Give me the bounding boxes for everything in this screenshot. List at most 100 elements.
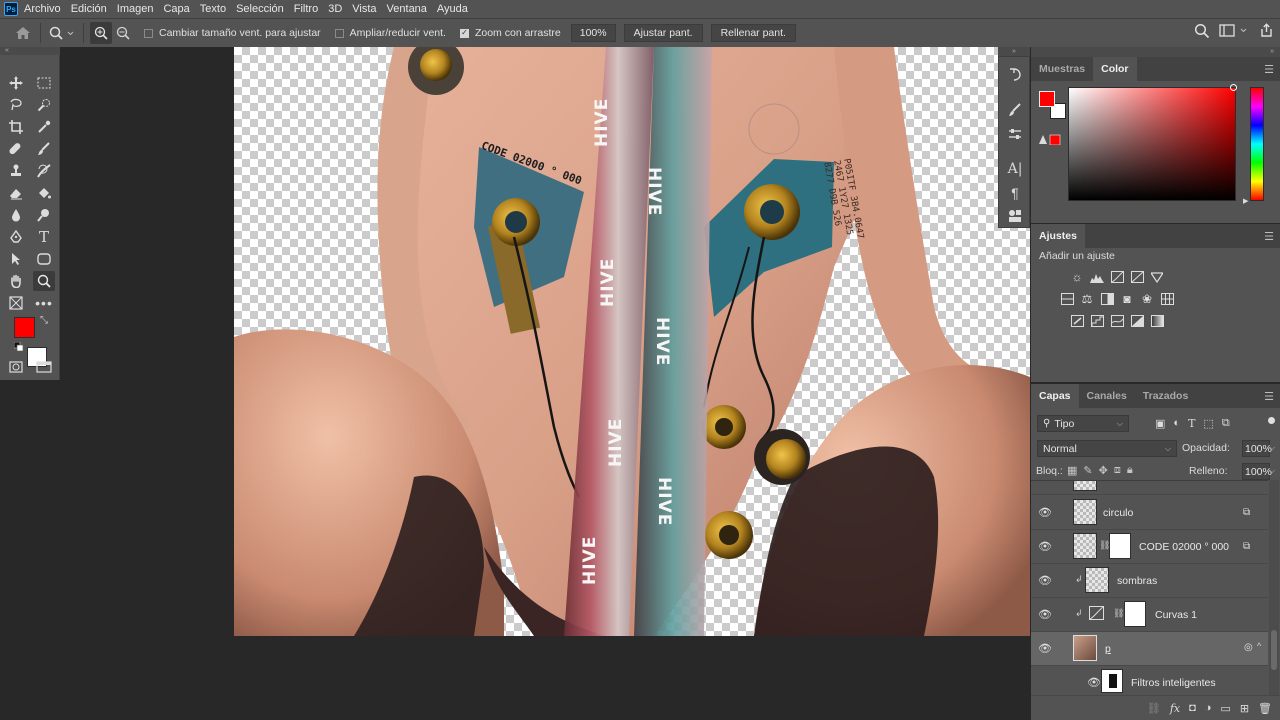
filter-type-icon[interactable]: T <box>1188 417 1195 430</box>
type-tool-icon[interactable]: T <box>33 227 55 247</box>
fill-dropdown-icon[interactable]: ⌵ <box>1269 466 1275 476</box>
layer-visibility-icon[interactable]: 👁︎ <box>1038 574 1052 587</box>
layer-row-p-selected[interactable]: 👁︎ p ◎ ^ <box>1031 632 1268 666</box>
hue-slider[interactable] <box>1250 87 1264 201</box>
new-group-icon[interactable]: ▭ <box>1220 702 1230 715</box>
resize-windows-checkbox[interactable]: Cambiar tamaño vent. para ajustar <box>144 27 321 39</box>
layer-filter-dropdown[interactable]: ⚲ Tipo ⌵ <box>1037 415 1129 432</box>
color-field[interactable] <box>1068 87 1236 201</box>
more-tools-icon[interactable]: ••• <box>33 293 55 313</box>
scrubby-zoom-checkbox[interactable]: ✓ Zoom con arrastre <box>459 27 561 39</box>
filter-adjustment-icon[interactable]: ◐ <box>1173 417 1180 430</box>
glyphs-panel-icon[interactable] <box>1005 207 1025 225</box>
marquee-tool-icon[interactable] <box>33 73 55 93</box>
opacity-dropdown-icon[interactable]: ⌵ <box>1269 443 1275 453</box>
layer-row-sombras[interactable]: 👁︎ ↲ sombras <box>1031 564 1268 598</box>
tab-color[interactable]: Color <box>1093 57 1137 81</box>
share-icon[interactable] <box>1259 23 1274 41</box>
menu-filtro[interactable]: Filtro <box>294 3 318 15</box>
menu-seleccion[interactable]: Selección <box>236 3 284 15</box>
collapse-strip-icon[interactable]: » <box>998 47 1030 56</box>
zoom-in-icon[interactable] <box>90 22 112 44</box>
fit-screen-button[interactable]: Ajustar pant. <box>623 24 703 42</box>
filter-shape-icon[interactable]: ⬚ <box>1203 417 1213 430</box>
layer-visibility-icon[interactable]: 👁︎ <box>1038 608 1052 621</box>
checkbox-zoom-all[interactable] <box>334 28 344 38</box>
collapse-toolbar-icon[interactable]: « <box>0 47 60 55</box>
black-white-icon[interactable] <box>1099 292 1115 306</box>
blend-mode-dropdown[interactable]: Normal ⌵ <box>1037 440 1177 457</box>
photo-filter-icon[interactable]: ◙ <box>1119 292 1135 306</box>
brush-settings-icon[interactable] <box>1005 101 1025 119</box>
hand-tool-icon[interactable] <box>5 271 27 291</box>
layer-name[interactable]: sombras <box>1117 575 1157 587</box>
link-layers-icon[interactable]: ⛓︎ <box>1147 702 1161 715</box>
menu-capa[interactable]: Capa <box>163 3 189 15</box>
pen-tool-icon[interactable] <box>5 227 27 247</box>
layer-visibility-icon[interactable]: 👁︎ <box>1038 642 1052 655</box>
layer-name[interactable]: circulo <box>1103 507 1133 519</box>
eraser-icon[interactable] <box>5 183 27 203</box>
tab-capas[interactable]: Capas <box>1031 384 1079 408</box>
character-panel-icon[interactable]: A| <box>1005 160 1025 178</box>
layer-visibility-icon[interactable]: 👁︎ <box>1038 540 1052 553</box>
vibrance-icon[interactable] <box>1149 270 1165 284</box>
exposure-icon[interactable] <box>1129 270 1145 284</box>
tab-muestras[interactable]: Muestras <box>1031 57 1093 81</box>
history-panel-icon[interactable] <box>1005 65 1025 83</box>
mask-link-icon[interactable]: ⛓︎ <box>1113 608 1124 619</box>
layer-name[interactable]: CODE 02000 ° 000 <box>1139 541 1229 553</box>
delete-layer-icon[interactable]: 🗑︎ <box>1258 702 1272 715</box>
menu-imagen[interactable]: Imagen <box>117 3 154 15</box>
levels-icon[interactable] <box>1089 270 1105 284</box>
screen-mode-icon[interactable] <box>33 357 55 377</box>
layer-row-curvas[interactable]: 👁︎ ↲ ⛓︎ Curvas 1 <box>1031 598 1268 632</box>
layers-scrollbar-thumb[interactable] <box>1271 630 1277 670</box>
move-tool-icon[interactable] <box>5 73 27 93</box>
quick-selection-icon[interactable] <box>33 95 55 115</box>
layer-visibility-icon[interactable]: 👁︎ <box>1038 506 1052 519</box>
paint-bucket-icon[interactable] <box>33 183 55 203</box>
crop-tool-icon[interactable] <box>5 117 27 137</box>
new-layer-icon[interactable]: ⊞ <box>1240 702 1249 715</box>
layer-mask-thumbnail[interactable] <box>1124 601 1146 627</box>
channel-mixer-icon[interactable]: ❀ <box>1139 292 1155 306</box>
color-lookup-icon[interactable] <box>1159 292 1175 306</box>
curves-icon[interactable] <box>1109 270 1125 284</box>
layer-row-smart-filters[interactable]: 👁︎ Filtros inteligentes <box>1031 666 1268 695</box>
lasso-tool-icon[interactable] <box>5 95 27 115</box>
properties-panel-icon[interactable] <box>1005 125 1025 143</box>
tab-trazados[interactable]: Trazados <box>1135 384 1197 408</box>
filter-pixel-icon[interactable]: ▣ <box>1155 417 1165 430</box>
fill-field[interactable]: 100% <box>1242 463 1272 480</box>
history-brush-icon[interactable] <box>33 161 55 181</box>
layer-mask-thumbnail[interactable] <box>1109 533 1131 559</box>
smart-filter-toggle-icon[interactable]: ◎ <box>1244 642 1253 653</box>
menu-vista[interactable]: Vista <box>352 3 376 15</box>
document-canvas-area[interactable]: P05ITF 3B4.0647 2467 1Y27 1325 8277 D9B … <box>60 47 1030 720</box>
brightness-contrast-icon[interactable]: ☼ <box>1069 270 1085 284</box>
swap-colors-icon[interactable]: ⤡ <box>40 315 48 326</box>
zoom-tool-preset-icon[interactable] <box>47 22 77 44</box>
document-canvas[interactable]: P05ITF 3B4.0647 2467 1Y27 1325 8277 D9B … <box>234 47 1030 636</box>
smart-filters-visibility-icon[interactable]: 👁︎ <box>1087 676 1101 689</box>
layer-name[interactable]: Curvas 1 <box>1155 609 1197 621</box>
zoom-percent-field[interactable]: 100% <box>570 24 616 42</box>
layer-row-code[interactable]: 👁︎ ⛓︎ CODE 02000 ° 000 ⧉ <box>1031 530 1268 564</box>
panel-menu-icon[interactable]: ☰ <box>1264 63 1274 76</box>
workspace-icon[interactable] <box>1219 24 1249 41</box>
collapse-panels-icon[interactable]: » <box>1031 47 1280 57</box>
smart-filter-mask-thumbnail[interactable] <box>1101 669 1123 693</box>
menu-ventana[interactable]: Ventana <box>387 3 427 15</box>
menu-texto[interactable]: Texto <box>200 3 226 15</box>
quick-mask-icon[interactable] <box>5 357 27 377</box>
opacity-field[interactable]: 100% <box>1242 440 1272 457</box>
zoom-out-icon[interactable] <box>112 22 134 44</box>
search-icon[interactable] <box>1194 23 1210 42</box>
brush-tool-icon[interactable] <box>33 139 55 159</box>
menu-3d[interactable]: 3D <box>328 3 342 15</box>
frame-tool-icon[interactable] <box>5 293 27 313</box>
fill-screen-button[interactable]: Rellenar pant. <box>710 24 796 42</box>
expand-filters-icon[interactable]: ^ <box>1257 641 1261 651</box>
threshold-icon[interactable] <box>1109 314 1125 328</box>
